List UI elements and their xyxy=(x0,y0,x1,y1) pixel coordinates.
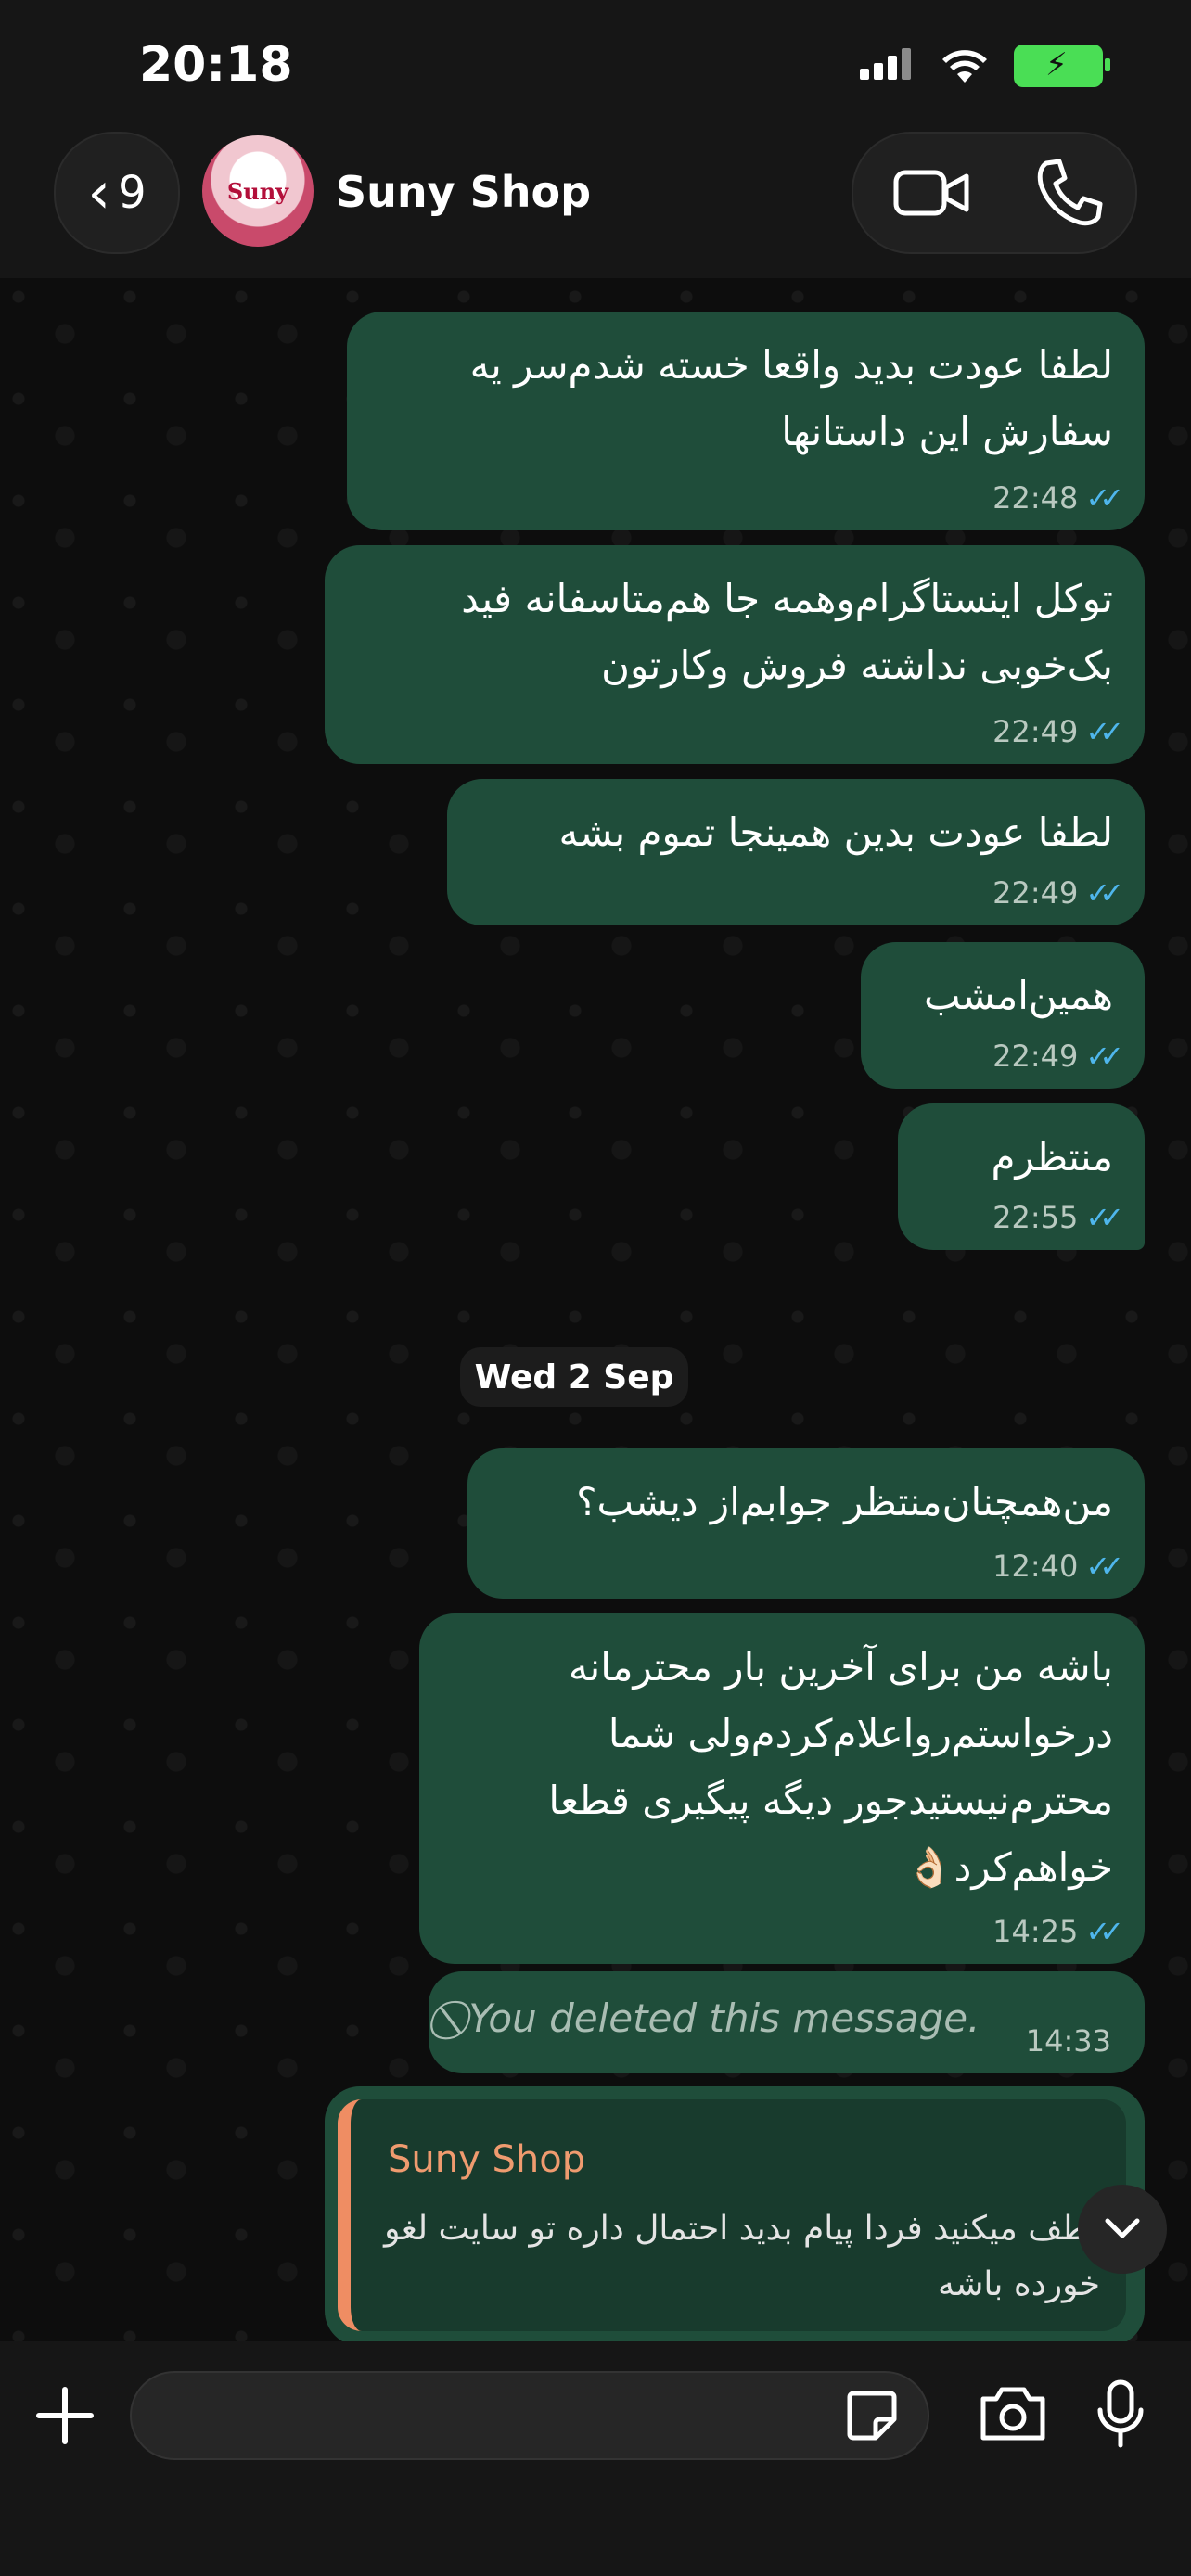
message-meta: 14:25 ✓✓ xyxy=(992,1914,1124,1949)
quoted-text: لطف میکنید فردا پیام بدید احتمال داره تو… xyxy=(384,2210,1100,2303)
read-ticks-icon: ✓✓ xyxy=(1085,875,1123,911)
message-bubble[interactable]: لطفا عودت بدید واقعا خسته شدم‌سر یه سفار… xyxy=(347,312,1145,530)
input-bar xyxy=(0,2341,1191,2576)
message-bubble[interactable]: منتظرم 22:55 ✓✓ xyxy=(898,1103,1145,1250)
message-bubble[interactable]: همین‌امشب 22:49 ✓✓ xyxy=(861,942,1145,1089)
read-ticks-icon: ✓✓ xyxy=(1085,1200,1123,1235)
message-input[interactable] xyxy=(130,2371,929,2460)
contact-name[interactable]: Suny Shop xyxy=(336,167,591,217)
message-meta: 22:55 ✓✓ xyxy=(992,1200,1124,1235)
chevron-down-icon xyxy=(1105,2218,1140,2238)
message-meta: 22:49 ✓✓ xyxy=(992,1039,1124,1074)
avatar-logo-text: Suny xyxy=(226,177,289,205)
message-text: همین‌امشب xyxy=(924,973,1113,1018)
microphone-icon[interactable] xyxy=(1095,2378,1146,2449)
deleted-message[interactable]: ⃠ You deleted this message. 14:33 xyxy=(429,1971,1145,2073)
signal-icon xyxy=(860,48,916,83)
read-ticks-icon: ✓✓ xyxy=(1085,1039,1123,1074)
deleted-label: You deleted this message. xyxy=(468,1996,980,2041)
wifi-icon xyxy=(942,50,987,83)
quoted-sender: Suny Shop xyxy=(388,2138,586,2181)
message-text: من‌همچنان‌منتظر جوابم‌از دیشب؟ xyxy=(576,1479,1113,1524)
message-time: 14:33 xyxy=(1025,2023,1111,2059)
deleted-message-text: ⃠ You deleted this message. xyxy=(456,1996,980,2042)
message-time: 22:49 xyxy=(992,1039,1079,1074)
message-time: 12:40 xyxy=(992,1549,1079,1584)
message-text: لطفا عودت بدین همینجا تموم بشه xyxy=(558,810,1113,855)
message-text: منتظرم xyxy=(991,1134,1113,1180)
message-meta: 12:40 ✓✓ xyxy=(992,1549,1124,1584)
message-bubble[interactable]: باشه من برای آخرین بار محترمانه درخواستم… xyxy=(419,1613,1145,1964)
phone-call-icon[interactable] xyxy=(1033,154,1108,232)
message-time: 22:48 xyxy=(992,480,1079,516)
battery-icon: ⚡ xyxy=(1014,45,1110,87)
message-time: 22:49 xyxy=(992,875,1079,911)
unread-count: 9 xyxy=(118,167,147,219)
read-ticks-icon: ✓✓ xyxy=(1085,714,1123,749)
message-time: 14:25 xyxy=(992,1914,1079,1949)
avatar[interactable]: Suny xyxy=(202,135,314,247)
reply-message-bubble[interactable]: Suny Shop لطف میکنید فردا پیام بدید احتم… xyxy=(325,2086,1145,2346)
message-bubble[interactable]: لطفا عودت بدین همینجا تموم بشه 22:49 ✓✓ xyxy=(447,779,1145,925)
video-call-icon[interactable] xyxy=(892,154,972,232)
status-bar: 20:18 ⚡ xyxy=(0,0,1191,139)
status-time: 20:18 xyxy=(139,37,293,93)
status-icons: ⚡ xyxy=(860,45,1110,87)
read-ticks-icon: ✓✓ xyxy=(1085,480,1123,516)
sticker-icon[interactable] xyxy=(844,2388,900,2443)
message-text: توکل اینستاگرام‌وهمه جا هم‌متاسفانه فید … xyxy=(461,576,1113,688)
message-text: باشه من برای آخرین بار محترمانه درخواستم… xyxy=(548,1644,1113,1890)
chat-header: ‹ 9 Suny Suny Shop xyxy=(0,121,1191,278)
message-meta: 22:49 ✓✓ xyxy=(992,714,1124,749)
message-time: 22:49 xyxy=(992,714,1079,749)
camera-icon[interactable] xyxy=(978,2382,1048,2443)
message-text: لطفا عودت بدید واقعا خسته شدم‌سر یه سفار… xyxy=(469,342,1113,454)
message-meta: 22:49 ✓✓ xyxy=(992,875,1124,911)
back-button[interactable]: ‹ 9 xyxy=(54,132,180,254)
message-time: 22:55 xyxy=(992,1200,1079,1235)
message-bubble[interactable]: من‌همچنان‌منتظر جوابم‌از دیشب؟ 12:40 ✓✓ xyxy=(467,1448,1145,1599)
message-meta: 22:48 ✓✓ xyxy=(992,480,1124,516)
message-bubble[interactable]: توکل اینستاگرام‌وهمه جا هم‌متاسفانه فید … xyxy=(325,545,1145,764)
date-separator: Wed 2 Sep xyxy=(460,1347,688,1407)
plus-icon[interactable] xyxy=(35,2378,95,2453)
read-ticks-icon: ✓✓ xyxy=(1085,1549,1123,1584)
read-ticks-icon: ✓✓ xyxy=(1085,1914,1123,1949)
chevron-left-icon: ‹ xyxy=(87,159,111,226)
call-buttons xyxy=(852,132,1137,254)
quoted-message[interactable]: Suny Shop لطف میکنید فردا پیام بدید احتم… xyxy=(338,2099,1126,2331)
scroll-down-button[interactable] xyxy=(1078,2185,1167,2274)
